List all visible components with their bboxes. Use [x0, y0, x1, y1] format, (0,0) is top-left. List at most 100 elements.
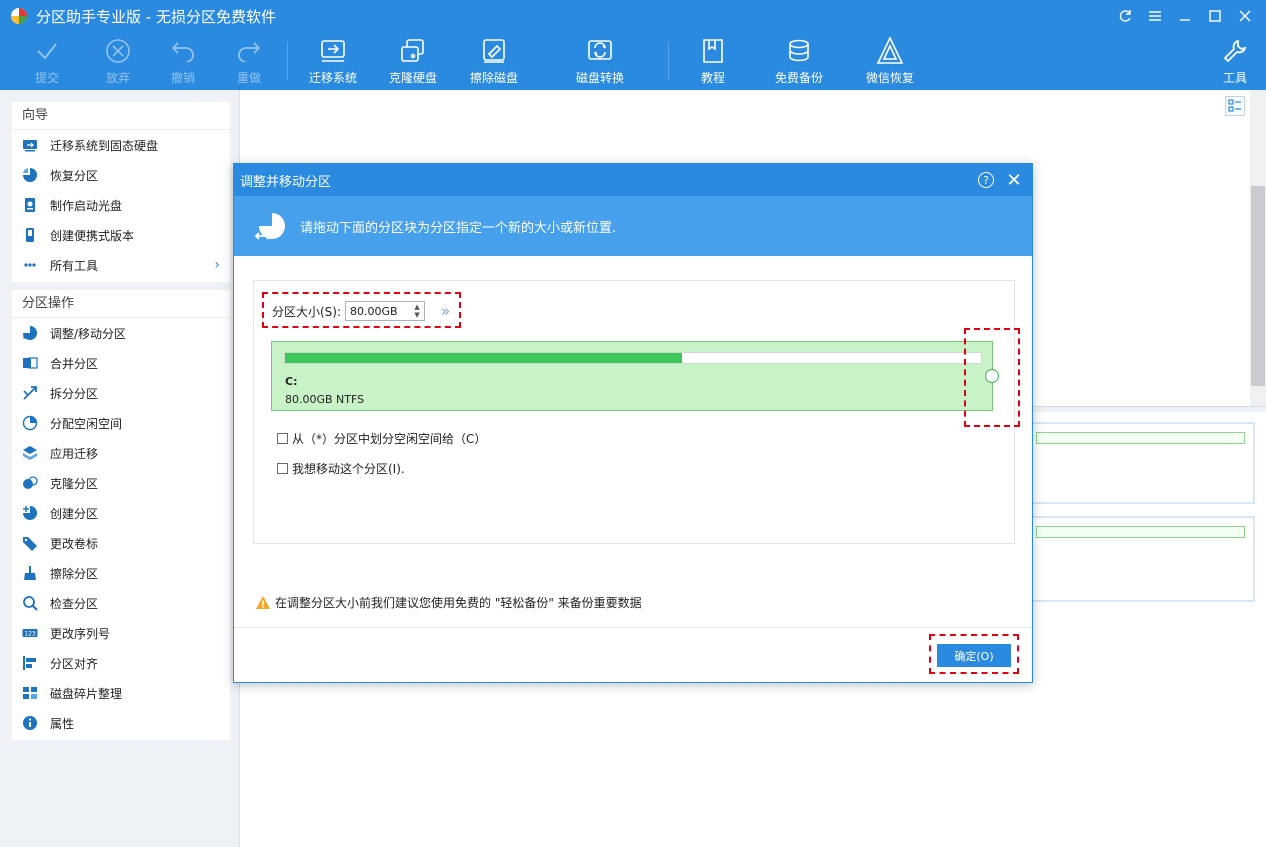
menu-icon[interactable]	[1140, 0, 1170, 32]
nav-all-tools[interactable]: 所有工具 ›	[12, 250, 230, 280]
migrate-os-button[interactable]: 迁移系统	[301, 36, 365, 88]
view-toggle-button[interactable]	[1225, 96, 1245, 116]
scrollbar-thumb[interactable]	[1251, 186, 1265, 386]
nav-change-serial[interactable]: 123 更改序列号	[12, 618, 230, 648]
recover-partition-icon	[22, 167, 38, 183]
wizard-title: 向导	[12, 102, 230, 130]
wizard-panel: 向导 迁移系统到固态硬盘 恢复分区 制作启动光盘 创建便携式版本 所有工具 ›	[12, 102, 230, 282]
nav-clone-partition[interactable]: 克隆分区	[12, 468, 230, 498]
migrate-os-icon	[318, 36, 348, 66]
nav-create-partition[interactable]: 创建分区	[12, 498, 230, 528]
nav-recover-partition[interactable]: 恢复分区	[12, 160, 230, 190]
vertical-scrollbar[interactable]	[1250, 90, 1266, 406]
info-icon	[22, 715, 38, 731]
usage-bar-fill	[285, 353, 682, 363]
undo-icon	[168, 36, 198, 66]
app-migrate-icon	[22, 445, 38, 461]
operations-panel: 分区操作 调整/移动分区 合并分区 拆分分区 分配空闲空间 应用迁移 克隆分区 …	[12, 290, 230, 740]
dialog-title: 调整并移动分区	[240, 174, 332, 190]
operations-title: 分区操作	[12, 290, 230, 318]
nav-align-partition[interactable]: 分区对齐	[12, 648, 230, 678]
nav-portable-version[interactable]: 创建便携式版本	[12, 220, 230, 250]
partition-letter: C:	[285, 375, 298, 388]
migrate-ssd-icon	[22, 137, 38, 153]
free-space-checkbox[interactable]	[277, 433, 288, 444]
backup-icon	[784, 36, 814, 66]
clone-disk-icon	[398, 36, 428, 66]
portable-version-icon	[22, 227, 38, 243]
nav-properties[interactable]: 属性	[12, 708, 230, 738]
tools-button[interactable]: 工具	[1203, 36, 1266, 88]
wipe-disk-button[interactable]: 擦除磁盘	[462, 36, 526, 88]
toolbar: 提交 放弃 撤销 重做 迁移系统 克隆硬盘 擦除磁盘 磁盘转换 教程 免费备份 …	[0, 32, 1266, 90]
nav-resize-partition[interactable]: 调整/移动分区	[12, 318, 230, 348]
nav-migrate-ssd[interactable]: 迁移系统到固态硬盘	[12, 130, 230, 160]
all-tools-icon	[22, 257, 38, 273]
convert-disk-button[interactable]: 磁盘转换	[568, 36, 632, 88]
wrench-icon	[1220, 36, 1250, 66]
warning-icon	[255, 595, 271, 611]
book-icon	[698, 36, 728, 66]
nav-check-partition[interactable]: 检查分区	[12, 588, 230, 618]
redo-button[interactable]: 重做	[217, 36, 281, 88]
disk-partition-bar[interactable]	[1036, 432, 1245, 444]
free-backup-button[interactable]: 免费备份	[767, 36, 831, 88]
highlight-size-box	[262, 292, 461, 328]
move-partition-checkbox[interactable]	[277, 463, 288, 474]
undo-button[interactable]: 撤销	[151, 36, 215, 88]
serial-number-icon: 123	[22, 625, 38, 641]
nav-merge-partition[interactable]: 合并分区	[12, 348, 230, 378]
window-title: 分区助手专业版 - 无损分区免费软件	[36, 7, 276, 26]
usage-bar	[284, 352, 982, 364]
dialog-footer-divider	[234, 627, 1032, 628]
disk-card[interactable]	[1030, 422, 1255, 504]
free-space-checkbox-row[interactable]: 从（*）分区中划分空闲空间给（C）	[277, 430, 486, 447]
commit-button[interactable]: 提交	[15, 36, 79, 88]
discard-icon	[103, 36, 133, 66]
align-partition-icon	[22, 655, 38, 671]
highlight-ok-box	[929, 634, 1019, 674]
svg-text:123: 123	[24, 631, 36, 638]
toolbar-separator	[287, 42, 288, 80]
title-bar: 分区助手专业版 - 无损分区免费软件	[0, 0, 1266, 32]
tutorial-button[interactable]: 教程	[681, 36, 745, 88]
nav-change-label[interactable]: 更改卷标	[12, 528, 230, 558]
create-partition-icon	[22, 505, 38, 521]
nav-split-partition[interactable]: 拆分分区	[12, 378, 230, 408]
chevron-right-icon: ›	[214, 257, 220, 273]
wechat-recover-icon	[875, 36, 905, 66]
highlight-handle-box	[964, 328, 1020, 427]
check-partition-icon	[22, 595, 38, 611]
merge-partition-icon	[22, 355, 38, 371]
toolbar-separator	[668, 42, 669, 80]
nav-allocate-space[interactable]: 分配空闲空间	[12, 408, 230, 438]
nav-wipe-partition[interactable]: 擦除分区	[12, 558, 230, 588]
dialog-title-bar: 调整并移动分区 ? ✕	[234, 164, 1032, 196]
dialog-close-icon[interactable]: ✕	[1004, 170, 1024, 191]
clone-disk-button[interactable]: 克隆硬盘	[381, 36, 445, 88]
bootable-media-icon	[22, 197, 38, 213]
nav-bootable-media[interactable]: 制作启动光盘	[12, 190, 230, 220]
wechat-recover-button[interactable]: 微信恢复	[858, 36, 922, 88]
refresh-icon[interactable]	[1110, 0, 1140, 32]
move-partition-checkbox-row[interactable]: 我想移动这个分区(I).	[277, 460, 405, 477]
close-icon[interactable]	[1230, 0, 1260, 32]
backup-warning: 在调整分区大小前我们建议您使用免费的 "轻松备份" 来备份重要数据	[255, 594, 642, 611]
resize-partition-icon	[254, 209, 288, 243]
discard-button[interactable]: 放弃	[86, 36, 150, 88]
disk-partition-bar[interactable]	[1036, 526, 1245, 538]
nav-app-migrate[interactable]: 应用迁移	[12, 438, 230, 468]
dialog-banner: 请拖动下面的分区块为分区指定一个新的大小或新位置.	[234, 196, 1032, 256]
wipe-disk-icon	[479, 36, 509, 66]
help-icon[interactable]: ?	[978, 172, 994, 188]
banner-text: 请拖动下面的分区块为分区指定一个新的大小或新位置.	[300, 220, 617, 236]
wipe-partition-icon	[22, 565, 38, 581]
partition-block[interactable]: C: 80.00GB NTFS	[271, 341, 993, 411]
minimize-icon[interactable]	[1170, 0, 1200, 32]
disk-card[interactable]	[1030, 516, 1255, 602]
convert-disk-icon	[585, 36, 615, 66]
clone-partition-icon	[22, 475, 38, 491]
maximize-icon[interactable]	[1200, 0, 1230, 32]
check-icon	[32, 36, 62, 66]
nav-defrag[interactable]: 磁盘碎片整理	[12, 678, 230, 708]
